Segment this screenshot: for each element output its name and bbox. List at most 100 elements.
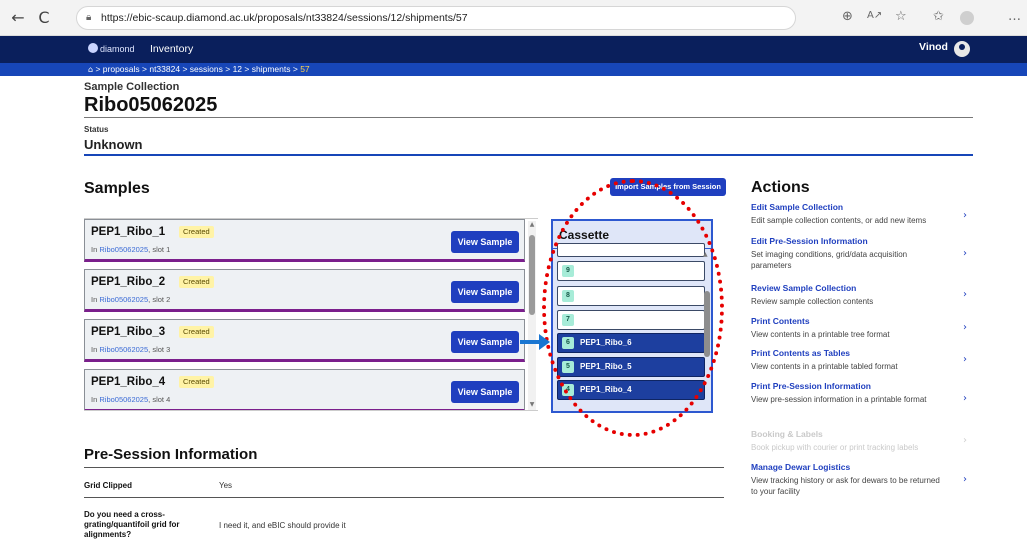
action-title[interactable]: Edit Sample Collection (751, 202, 975, 213)
slot-text: , slot 1 (148, 245, 171, 254)
site-header: diamond Inventory Vinod (0, 36, 1027, 63)
divider (84, 154, 973, 156)
user-name[interactable]: Vinod (919, 41, 948, 53)
container-link[interactable]: Ribo05062025 (99, 345, 148, 354)
action-title[interactable]: Print Contents (751, 316, 975, 327)
location-prefix: In (91, 295, 98, 304)
action-description: Review sample collection contents (751, 297, 874, 306)
sample-name: PEP1_Ribo_3 (91, 326, 166, 338)
view-sample-button[interactable]: View Sample (451, 281, 519, 303)
scroll-thumb[interactable] (529, 235, 535, 315)
presession-heading: Pre-Session Information (84, 446, 258, 463)
action-description: View tracking history or ask for dewars … (751, 476, 940, 496)
info-value: Yes (219, 481, 233, 490)
nav-inventory-link[interactable]: Inventory (150, 43, 193, 55)
diamond-logo[interactable]: diamond (88, 43, 135, 54)
info-label: Do you need a cross-grating/quantifoil g… (84, 510, 180, 539)
scroll-down-icon[interactable]: ▼ (528, 401, 536, 408)
chevron-right-icon: › (963, 435, 967, 446)
sample-name: PEP1_Ribo_4 (91, 376, 166, 388)
breadcrumb-item-session[interactable]: 12 (233, 64, 242, 74)
action-edit-presession[interactable]: Edit Pre-Session Information Set imaging… (751, 236, 975, 271)
sample-name: PEP1_Ribo_1 (91, 226, 166, 238)
status-badge: Created (179, 226, 214, 238)
sample-card: PEP1_Ribo_1 Created In Ribo05062025, slo… (84, 219, 525, 262)
sample-card: PEP1_Ribo_2 Created In Ribo05062025, slo… (84, 269, 525, 312)
favorite-icon[interactable]: ☆ (895, 9, 907, 24)
chevron-right-icon: › (963, 474, 967, 485)
action-booking-labels: Booking & Labels Book pickup with courie… (751, 429, 975, 453)
view-sample-button[interactable]: View Sample (451, 331, 519, 353)
zoom-icon[interactable]: ⊕ (842, 9, 853, 24)
action-description: View contents in a printable tree format (751, 330, 890, 339)
diamond-logo-icon (88, 43, 98, 53)
status-badge: Created (179, 376, 214, 388)
container-link[interactable]: Ribo05062025 (99, 295, 148, 304)
action-title[interactable]: Print Contents as Tables (751, 348, 975, 359)
sample-card: PEP1_Ribo_4 Created In Ribo05062025, slo… (84, 369, 525, 410)
action-title[interactable]: Manage Dewar Logistics (751, 462, 975, 473)
breadcrumb: ⌂ > proposals > nt33824 > sessions > 12 … (0, 63, 1027, 76)
breadcrumb-current: 57 (300, 64, 310, 74)
view-sample-button[interactable]: View Sample (451, 231, 519, 253)
action-review-sample-collection[interactable]: Review Sample Collection Review sample c… (751, 283, 975, 307)
actions-heading: Actions (751, 179, 810, 196)
divider (84, 117, 973, 118)
action-title[interactable]: Edit Pre-Session Information (751, 236, 975, 247)
collections-icon[interactable]: ✩ (933, 9, 944, 24)
site-info-icon[interactable]: 🔒︎ (86, 7, 91, 29)
action-description: View pre-session information in a printa… (751, 395, 927, 404)
address-bar[interactable]: 🔒︎ https://ebic-scaup.diamond.ac.uk/prop… (76, 6, 796, 30)
breadcrumb-item-shipments[interactable]: shipments (252, 64, 291, 74)
action-print-presession[interactable]: Print Pre-Session Information View pre-s… (751, 381, 975, 405)
chevron-right-icon: › (963, 210, 967, 221)
action-manage-dewar-logistics[interactable]: Manage Dewar Logistics View tracking his… (751, 462, 975, 497)
more-icon[interactable]: … (1008, 9, 1021, 24)
scroll-up-icon[interactable]: ▲ (528, 221, 536, 228)
action-print-contents-tables[interactable]: Print Contents as Tables View contents i… (751, 348, 975, 372)
slot-text: , slot 2 (148, 295, 171, 304)
action-title[interactable]: Review Sample Collection (751, 283, 975, 294)
samples-scrollbar[interactable]: ▲ ▼ (528, 221, 536, 410)
container-link[interactable]: Ribo05062025 (99, 395, 148, 404)
breadcrumb-item-proposals[interactable]: proposals (103, 64, 140, 74)
page-title: Ribo05062025 (84, 94, 218, 116)
read-aloud-icon[interactable]: A↗ (867, 10, 882, 21)
back-icon[interactable]: ← (8, 8, 28, 28)
action-description: View contents in a printable tabled form… (751, 362, 898, 371)
slot-text: , slot 4 (148, 395, 171, 404)
view-sample-button[interactable]: View Sample (451, 381, 519, 403)
info-label: Grid Clipped (84, 481, 132, 490)
annotation-highlight-circle (542, 179, 724, 437)
sample-location: In Ribo05062025, slot 1 (91, 245, 170, 254)
status-badge: Created (179, 326, 214, 338)
status-value: Unknown (84, 137, 143, 152)
action-title[interactable]: Print Pre-Session Information (751, 381, 975, 392)
action-description: Edit sample collection contents, or add … (751, 216, 927, 225)
breadcrumb-item-proposal[interactable]: nt33824 (149, 64, 180, 74)
container-link[interactable]: Ribo05062025 (99, 245, 148, 254)
samples-list[interactable]: PEP1_Ribo_1 Created In Ribo05062025, slo… (84, 218, 538, 411)
action-edit-sample-collection[interactable]: Edit Sample Collection Edit sample colle… (751, 202, 975, 226)
annotation-arrow-icon (520, 334, 550, 350)
sample-location: In Ribo05062025, slot 3 (91, 345, 170, 354)
reload-icon[interactable]: C (34, 8, 54, 28)
chevron-right-icon: › (963, 393, 967, 404)
action-description: Book pickup with courier or print tracki… (751, 443, 919, 452)
location-prefix: In (91, 245, 98, 254)
breadcrumb-item-sessions[interactable]: sessions (190, 64, 223, 74)
home-icon[interactable]: ⌂ (88, 65, 93, 74)
url-text: https://ebic-scaup.diamond.ac.uk/proposa… (101, 12, 468, 24)
user-avatar-icon[interactable] (954, 41, 970, 57)
location-prefix: In (91, 345, 98, 354)
chevron-right-icon: › (963, 354, 967, 365)
chevron-right-icon: › (963, 289, 967, 300)
info-value: I need it, and eBIC should provide it (219, 521, 346, 530)
action-print-contents[interactable]: Print Contents View contents in a printa… (751, 316, 975, 340)
slot-text: , slot 3 (148, 345, 171, 354)
sample-name: PEP1_Ribo_2 (91, 276, 166, 288)
profile-icon[interactable] (960, 11, 974, 25)
browser-toolbar: ← C 🔒︎ https://ebic-scaup.diamond.ac.uk/… (0, 0, 1027, 36)
collection-type-label: Sample Collection (84, 81, 180, 93)
chevron-right-icon: › (963, 248, 967, 259)
